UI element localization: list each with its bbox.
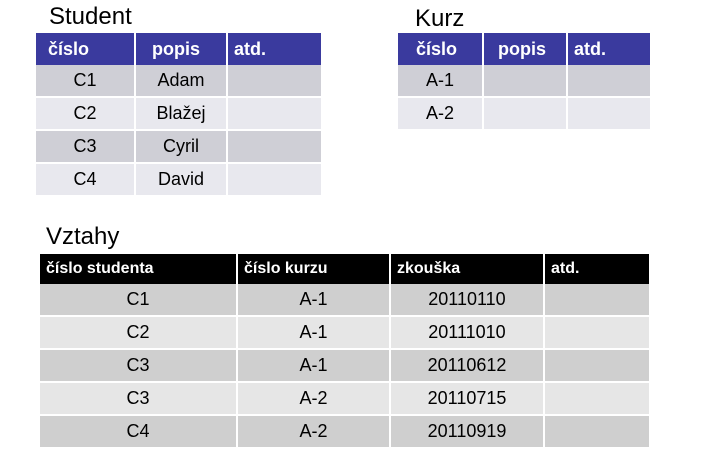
table-cell: C2	[36, 97, 136, 131]
column-header: atd.	[567, 33, 650, 65]
column-header: popis	[483, 33, 568, 65]
table-cell	[544, 382, 649, 416]
table-cell: A-1	[398, 65, 484, 98]
vztahy-title: Vztahy	[46, 223, 120, 250]
table-cell	[567, 65, 650, 98]
table-cell: 20111010	[390, 316, 545, 350]
table-row: C4 A-2 20110919	[40, 415, 649, 449]
table-cell: A-1	[237, 349, 391, 383]
table-row: C1 Adam	[36, 65, 321, 98]
column-header: popis	[135, 33, 228, 65]
column-header: číslo studenta	[40, 254, 238, 284]
table-cell: Blažej	[135, 97, 228, 131]
table-cell	[567, 97, 650, 131]
table-cell	[227, 130, 321, 164]
table-cell	[227, 163, 321, 197]
student-table: číslo popis atd. C1 Adam C2 Blažej C3 Cy…	[36, 33, 321, 197]
table-cell	[544, 284, 649, 317]
table-cell: A-2	[398, 97, 484, 131]
table-cell: C3	[36, 130, 136, 164]
vztahy-table: číslo studenta číslo kurzu zkouška atd. …	[40, 254, 649, 449]
column-header: atd.	[544, 254, 649, 284]
table-cell: C2	[40, 316, 238, 350]
kurz-table: číslo popis atd. A-1 A-2	[398, 33, 650, 131]
table-row: C1 A-1 20110110	[40, 284, 649, 317]
table-cell: A-2	[237, 415, 391, 449]
column-header: zkouška	[390, 254, 545, 284]
table-row: C3 A-1 20110612	[40, 349, 649, 383]
vztahy-header-row: číslo studenta číslo kurzu zkouška atd.	[40, 254, 649, 284]
table-cell	[544, 316, 649, 350]
table-row: A-2	[398, 97, 650, 131]
table-cell: A-1	[237, 316, 391, 350]
table-cell: Adam	[135, 65, 228, 98]
table-cell: C3	[40, 382, 238, 416]
table-cell	[483, 97, 568, 131]
table-cell	[544, 415, 649, 449]
table-row: C4 David	[36, 163, 321, 197]
column-header: číslo	[36, 33, 136, 65]
table-row: C3 A-2 20110715	[40, 382, 649, 416]
table-cell: A-1	[237, 284, 391, 317]
table-cell: C4	[36, 163, 136, 197]
table-cell: C1	[40, 284, 238, 317]
student-title: Student	[49, 3, 132, 30]
column-header: číslo kurzu	[237, 254, 391, 284]
table-cell: C3	[40, 349, 238, 383]
table-cell: Cyril	[135, 130, 228, 164]
column-header: atd.	[227, 33, 321, 65]
table-cell: A-2	[237, 382, 391, 416]
table-row: C2 Blažej	[36, 97, 321, 131]
table-cell	[544, 349, 649, 383]
kurz-title: Kurz	[415, 5, 465, 32]
table-cell	[483, 65, 568, 98]
table-cell: 20110612	[390, 349, 545, 383]
table-cell: C4	[40, 415, 238, 449]
table-cell	[227, 65, 321, 98]
table-row: C3 Cyril	[36, 130, 321, 164]
table-cell: David	[135, 163, 228, 197]
table-cell: C1	[36, 65, 136, 98]
table-cell: 20110110	[390, 284, 545, 317]
column-header: číslo	[398, 33, 484, 65]
table-cell: 20110715	[390, 382, 545, 416]
student-header-row: číslo popis atd.	[36, 33, 321, 65]
table-cell: 20110919	[390, 415, 545, 449]
table-row: A-1	[398, 65, 650, 98]
table-row: C2 A-1 20111010	[40, 316, 649, 350]
table-cell	[227, 97, 321, 131]
kurz-header-row: číslo popis atd.	[398, 33, 650, 65]
